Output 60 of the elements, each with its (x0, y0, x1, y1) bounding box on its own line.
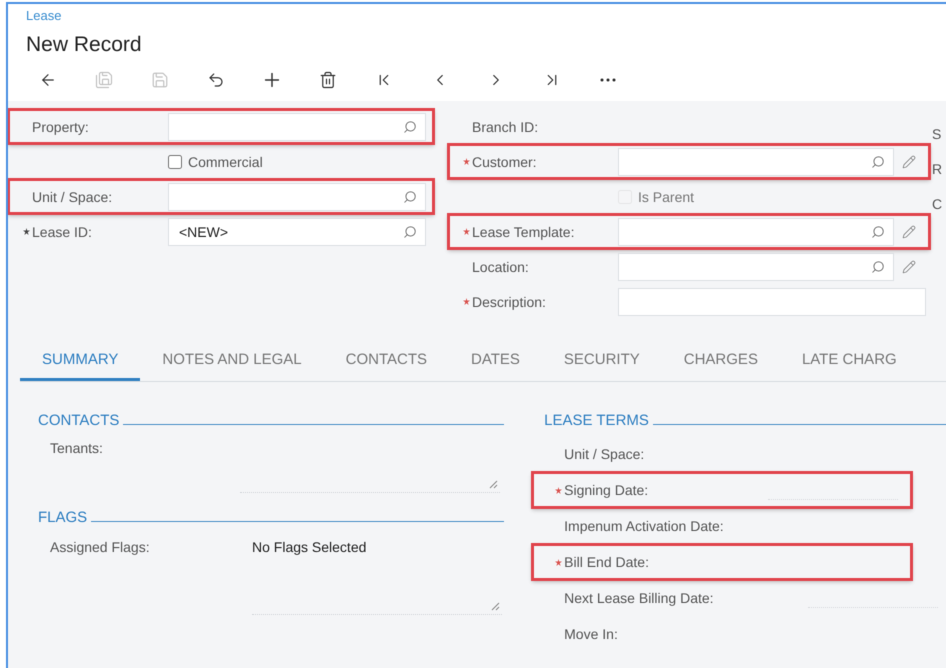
save-close-icon (95, 71, 113, 89)
search-icon[interactable] (403, 224, 417, 238)
page-title: New Record (26, 32, 143, 58)
section-title: CONTACTS (38, 412, 120, 428)
field-label: Unit / Space: (564, 446, 644, 462)
lookup-field[interactable] (618, 252, 894, 280)
search-icon[interactable] (403, 120, 417, 134)
field-label: Lease ID: (32, 224, 92, 240)
lookup-field[interactable] (168, 112, 426, 140)
tab[interactable]: NOTES AND LEGAL (140, 341, 324, 381)
tab[interactable]: LATE CHARG (780, 341, 919, 381)
more-icon (600, 78, 616, 82)
undo-icon (207, 71, 225, 89)
tab[interactable]: SECURITY (542, 341, 662, 381)
checkbox-label: Commercial (188, 154, 263, 170)
search-icon[interactable] (871, 260, 885, 274)
field-label: S (932, 125, 942, 143)
field-label: Customer: (472, 154, 537, 170)
trash-icon (319, 71, 337, 89)
field-label: Description: (472, 294, 546, 310)
tab[interactable]: SUMMARY (20, 341, 140, 381)
field-label: Property: (32, 118, 89, 134)
lookup-field[interactable] (168, 182, 426, 210)
search-icon[interactable] (871, 224, 885, 238)
pencil-icon[interactable] (902, 260, 916, 274)
lookup-field[interactable] (618, 148, 894, 176)
field-label: Next Lease Billing Date: (564, 590, 714, 606)
tab[interactable]: DATES (449, 341, 542, 381)
field-label: Location: (472, 258, 529, 274)
field-value: <NEW> (179, 224, 228, 240)
field-label: Impenum Activation Date: (564, 518, 724, 534)
text-field[interactable] (618, 288, 926, 316)
pencil-icon[interactable] (902, 154, 916, 168)
tab[interactable]: CONTACTS (324, 341, 450, 381)
checkbox[interactable] (168, 154, 182, 168)
field-label: Bill End Date: (564, 554, 649, 570)
text-area[interactable]: No Flags Selected (252, 539, 502, 615)
field-value: No Flags Selected (252, 539, 366, 555)
resize-grip-icon[interactable] (488, 479, 498, 489)
section-title: LEASE TERMS (544, 412, 649, 428)
field-label: Lease Template: (472, 224, 574, 240)
field-label: Tenants: (50, 440, 103, 456)
pencil-icon[interactable] (902, 224, 916, 238)
lookup-field[interactable]: <NEW> (168, 218, 426, 246)
search-icon[interactable] (403, 190, 417, 204)
field-label: Unit / Space: (32, 188, 112, 204)
lookup-field[interactable] (618, 218, 894, 246)
section-title: FLAGS (38, 508, 88, 526)
search-icon[interactable] (871, 154, 885, 168)
field-label: Branch ID: (472, 118, 538, 134)
field-label: Move In: (564, 626, 618, 642)
tab[interactable]: CHARGES (662, 341, 780, 381)
resize-grip-icon[interactable] (490, 601, 500, 611)
field-label: Signing Date: (564, 482, 648, 498)
save-icon (151, 71, 169, 89)
field-label: C (932, 195, 942, 213)
breadcrumb-link[interactable]: Lease (26, 8, 62, 24)
field-label: Assigned Flags: (50, 539, 150, 555)
field-label: R (932, 160, 942, 178)
checkbox-label: Is Parent (638, 188, 694, 204)
